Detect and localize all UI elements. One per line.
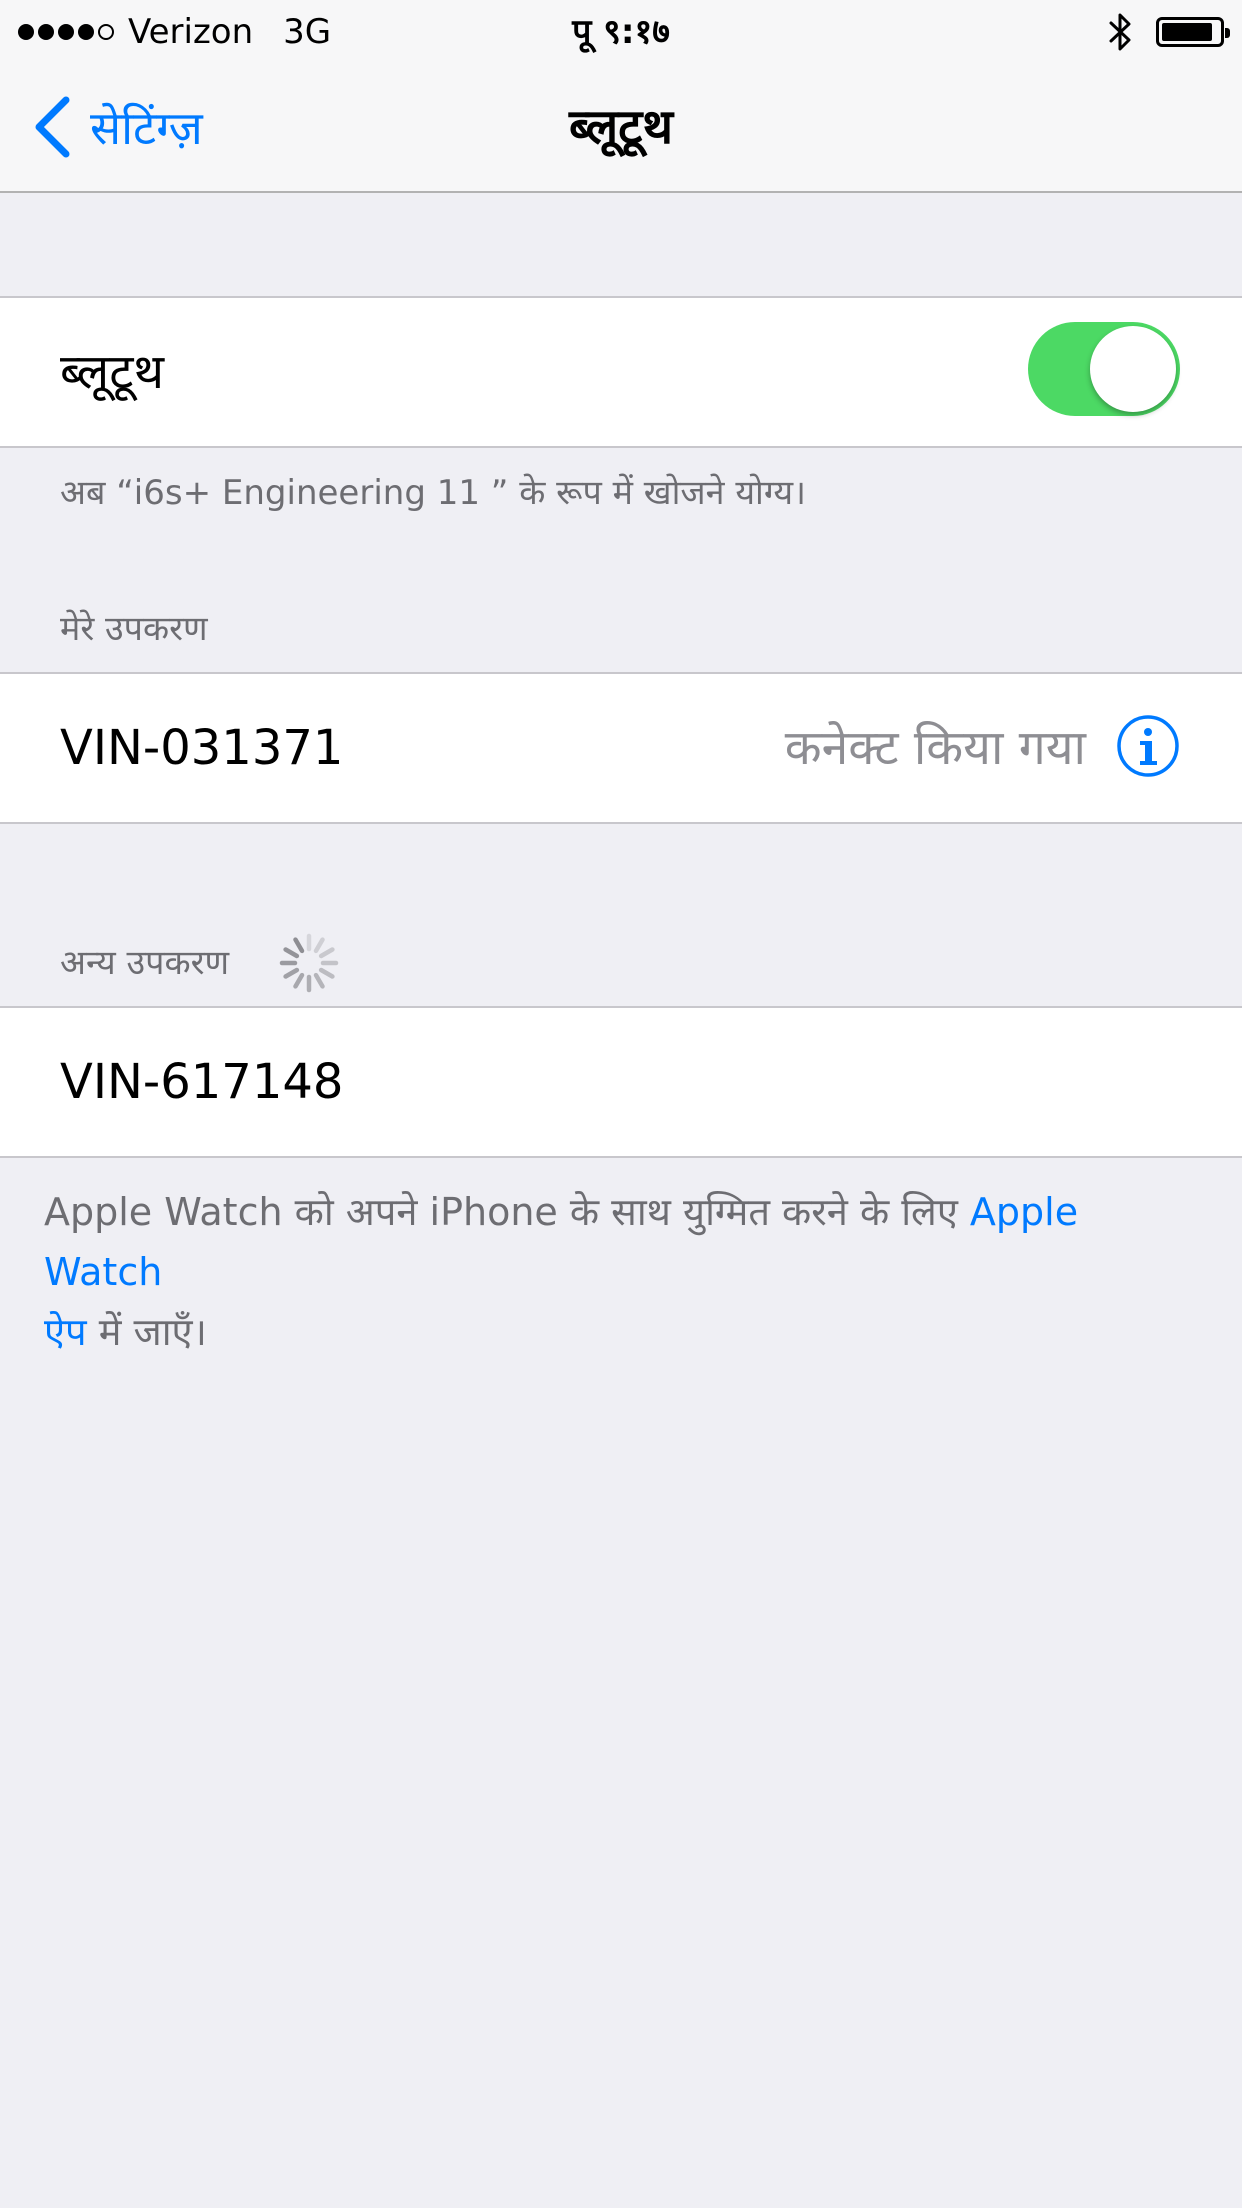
footer-text: Apple Watch को अपने iPhone के साथ युग्मि… bbox=[44, 1190, 970, 1234]
status-bar-right bbox=[1108, 10, 1230, 54]
loading-spinner-icon bbox=[279, 933, 339, 993]
spinner-spoke bbox=[313, 972, 325, 989]
back-button-label: सेटिंग्ज़ bbox=[90, 101, 203, 155]
spinner-spoke bbox=[283, 967, 300, 979]
device-status: कनेक्ट किया गया bbox=[784, 720, 1086, 776]
spinner-spoke bbox=[318, 967, 335, 979]
toggle-knob bbox=[1090, 326, 1176, 412]
spinner-spoke bbox=[293, 972, 305, 989]
spinner-spoke bbox=[318, 947, 335, 959]
device-name: VIN-617148 bbox=[60, 1054, 344, 1110]
device-name: VIN-031371 bbox=[60, 720, 344, 776]
my-devices-header: मेरे उपकरण bbox=[60, 609, 208, 649]
status-time: पू ९:१७ bbox=[572, 12, 670, 52]
info-icon[interactable] bbox=[1116, 714, 1180, 778]
apple-watch-app-link-continued[interactable]: ऐप bbox=[44, 1310, 87, 1354]
chevron-left-icon bbox=[35, 96, 70, 158]
bluetooth-toggle[interactable] bbox=[1028, 322, 1180, 416]
bluetooth-label: ब्लूटूथ bbox=[60, 344, 165, 400]
spinner-spoke bbox=[283, 947, 300, 959]
spinner-spoke bbox=[313, 937, 325, 954]
apple-watch-footer: Apple Watch को अपने iPhone के साथ युग्मि… bbox=[44, 1182, 1204, 1362]
spinner-spoke bbox=[293, 937, 305, 954]
discoverable-text: अब “i6s+ Engineering 11 ” के रूप में खोज… bbox=[60, 473, 807, 513]
back-button[interactable]: सेटिंग्ज़ bbox=[32, 94, 203, 160]
battery-icon bbox=[1156, 17, 1230, 47]
bluetooth-icon bbox=[1109, 13, 1131, 51]
other-devices-header: अन्य उपकरण bbox=[60, 943, 230, 983]
footer-text-end: में जाएँ। bbox=[86, 1310, 207, 1354]
